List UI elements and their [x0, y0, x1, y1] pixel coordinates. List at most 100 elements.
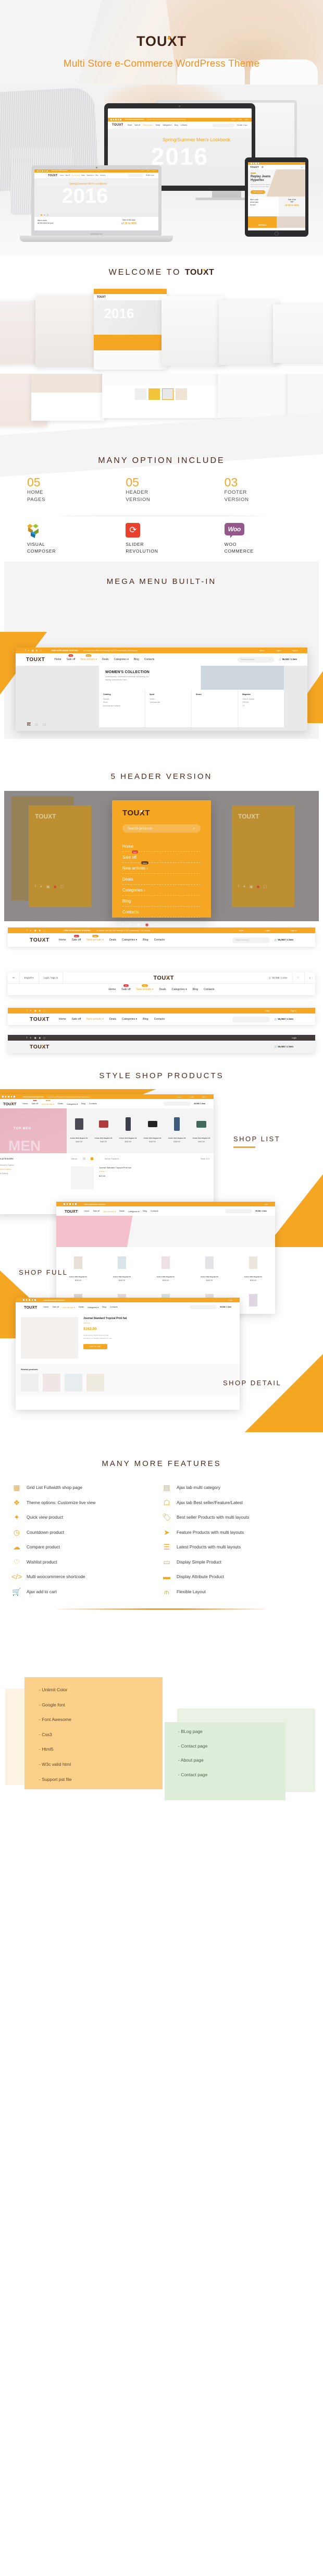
mini-nav-item[interactable]: Sale off — [134, 124, 140, 126]
mobile-menu-item-blog[interactable]: Blog — [122, 896, 201, 907]
twitter-icon[interactable]: ✦ — [40, 885, 43, 889]
mobile-menu-item-deals[interactable]: Deals — [122, 874, 201, 885]
nav-item-contacts[interactable]: Contacts — [154, 1018, 165, 1021]
nav-item-home[interactable]: Home — [43, 1306, 48, 1309]
pinterest-icon[interactable]: ◉ — [256, 885, 259, 889]
nav-item-home[interactable]: Home — [84, 1210, 89, 1213]
mini-nav-item[interactable]: Blog — [96, 175, 98, 176]
nav-item-home[interactable]: Home — [59, 1018, 66, 1021]
linkedin-icon[interactable]: ▣ — [250, 885, 253, 889]
nav-item-contacts[interactable]: Contacts — [110, 1306, 118, 1309]
signin-link[interactable]: Sign in — [291, 930, 296, 932]
nav-item-blog[interactable]: Blog — [143, 1210, 147, 1213]
login-link[interactable]: Login — [44, 976, 49, 979]
mini-nav-item[interactable]: Contacts — [100, 175, 105, 176]
login-link[interactable]: Login — [265, 1010, 270, 1012]
mega-col-item[interactable]: Kimonos and Kaftans — [103, 704, 141, 707]
login-link[interactable]: Login — [292, 1037, 296, 1039]
more-link[interactable]: more › — [178, 1096, 182, 1098]
shop-search-input[interactable] — [225, 1209, 253, 1213]
nav-item-deals[interactable]: Deals — [102, 658, 109, 661]
login-link[interactable]: Login — [190, 1096, 194, 1098]
mobile-search-input[interactable]: Search products ⌕ — [122, 824, 201, 833]
nav-item-new-arrivals[interactable]: New New arrivals ▾ — [86, 935, 104, 942]
linkedin-icon[interactable]: ▣ — [34, 929, 36, 932]
mega-col-item[interactable]: TV — [242, 704, 280, 707]
search-icon[interactable]: ⌕ — [270, 658, 271, 661]
login-link[interactable]: Login — [276, 650, 281, 652]
nav-item-new-arrivals[interactable]: New New arrivals ▾ — [136, 984, 153, 991]
pager-item[interactable]: 01 — [27, 723, 31, 727]
mini-nav-item[interactable]: Contacts — [181, 124, 188, 126]
mini-more-link[interactable]: more › — [141, 170, 144, 172]
mini-more-link[interactable]: more › — [231, 119, 235, 120]
product-card[interactable]: Cotton Shirt Regular Fit$162.00 — [100, 1247, 144, 1285]
twitter-icon[interactable]: ✦ — [243, 885, 246, 889]
shop-cart-total[interactable]: 55,00$ / 1 item — [255, 1210, 267, 1212]
nav-item-contacts[interactable]: Contacts — [154, 938, 165, 942]
nav-item-new-arrivals[interactable]: New New arrivals ▾ — [80, 654, 97, 661]
shop-cart-total[interactable]: 🛒 55,00$ / 1 item — [279, 658, 297, 661]
mini-cart-total[interactable]: 55,00$ / 1 item — [237, 124, 247, 126]
nav-item-categories[interactable]: Categories ▾ — [114, 658, 129, 661]
instagram-icon[interactable]: ▢ — [43, 929, 45, 932]
facebook-icon[interactable]: f — [25, 649, 26, 652]
nav-item-home[interactable]: Home — [22, 1103, 28, 1105]
wishlist-icon[interactable]: ♡ — [293, 972, 305, 983]
product-card[interactable]: Cotton Shirt Regular Fit$162.00 — [91, 1108, 116, 1153]
nav-item-blog[interactable]: Blog — [193, 988, 198, 991]
search-icon[interactable]: ⌕ — [193, 826, 195, 831]
nav-item-deals[interactable]: Deals — [58, 1103, 63, 1105]
nav-item-contacts[interactable]: Contacts — [89, 1103, 97, 1105]
nav-item-sale-off[interactable]: Sale off — [52, 1306, 59, 1309]
mini-nav-item[interactable]: Deals — [156, 124, 160, 126]
search-icon[interactable]: ⌕ — [266, 939, 267, 941]
nav-item-home[interactable]: Home — [54, 658, 61, 661]
shop-cart-total[interactable]: 55,00$ / 1 item — [194, 1103, 205, 1105]
nav-item-blog[interactable]: Blog — [143, 1018, 148, 1021]
nav-item-blog[interactable]: Blog — [143, 938, 148, 942]
mini-search-input[interactable] — [213, 123, 235, 127]
mobile-menu-item-contacts[interactable]: Contacts — [122, 907, 201, 918]
login-link[interactable]: Login — [265, 930, 270, 932]
shop-cart-total[interactable]: 55,00$ / 1 item — [220, 1306, 231, 1308]
grid-view-icon[interactable] — [82, 1157, 85, 1160]
nav-item-home[interactable]: Home — [59, 938, 66, 942]
more-link[interactable]: more › — [259, 650, 265, 652]
pinterest-icon[interactable]: ◉ — [39, 1036, 41, 1039]
signin-link[interactable]: Sign in — [291, 1010, 296, 1012]
facebook-icon[interactable]: f — [122, 922, 123, 927]
twitter-icon[interactable]: ✦ — [128, 922, 132, 927]
login-link[interactable]: Login — [264, 1203, 268, 1205]
nav-item-categories[interactable]: Categories ▾ — [122, 1018, 137, 1021]
shop-cart-total[interactable]: 🛒 55,00$ / 1 item — [275, 1045, 293, 1048]
nav-item-categories[interactable]: Categories ▾ — [67, 1103, 78, 1105]
instagram-icon[interactable]: ▢ — [40, 649, 42, 652]
nav-item-new-arrivals[interactable]: New arrivals ▾ — [86, 1018, 104, 1021]
shop-search-input[interactable] — [164, 1102, 191, 1106]
cart-cell[interactable]: 🛒 55,00$ / 1 item — [264, 972, 293, 983]
shop-search-input[interactable]: Search products ⌕ — [238, 656, 275, 663]
product-card[interactable]: Cotton Shirt Regular Fit$162.00 — [231, 1247, 275, 1285]
nav-item-new-arrivals[interactable]: New New arrivals ▾ — [42, 1100, 54, 1105]
nav-item-contacts[interactable]: Contacts — [151, 1210, 158, 1213]
twitter-icon[interactable]: ✦ — [30, 1036, 32, 1039]
linkedin-icon[interactable]: ▣ — [34, 1036, 36, 1039]
nav-item-categories[interactable]: Categories ▾ — [122, 938, 137, 942]
nav-item-categories[interactable]: Categories ▾ — [172, 988, 187, 991]
shop-cart-total[interactable]: 🛒 55,00$ / 1 item — [275, 1018, 293, 1021]
shop-search-input[interactable] — [232, 1044, 270, 1050]
linkedin-icon[interactable]: ▣ — [46, 885, 50, 889]
nav-item-blog[interactable]: Blog — [81, 1103, 85, 1105]
product-card[interactable]: Cotton Shirt Regular Fit$162.00 — [188, 1247, 231, 1285]
add-to-cart-button[interactable]: ADD TO CART — [83, 1344, 107, 1350]
nav-item-deals[interactable]: Deals — [79, 1306, 84, 1309]
nav-item-contacts[interactable]: Contacts — [204, 988, 214, 991]
pinterest-icon[interactable]: ◉ — [53, 885, 56, 889]
facebook-icon[interactable]: f — [35, 885, 36, 889]
linkedin-icon[interactable]: ▣ — [32, 649, 34, 652]
login-link[interactable]: Login — [229, 1299, 232, 1301]
nav-item-new-arrivals[interactable]: New arrivals ▾ — [103, 1210, 116, 1213]
mini-nav-item[interactable]: Categories ▾ — [86, 175, 94, 176]
mini-login-link[interactable]: Login — [147, 170, 150, 172]
